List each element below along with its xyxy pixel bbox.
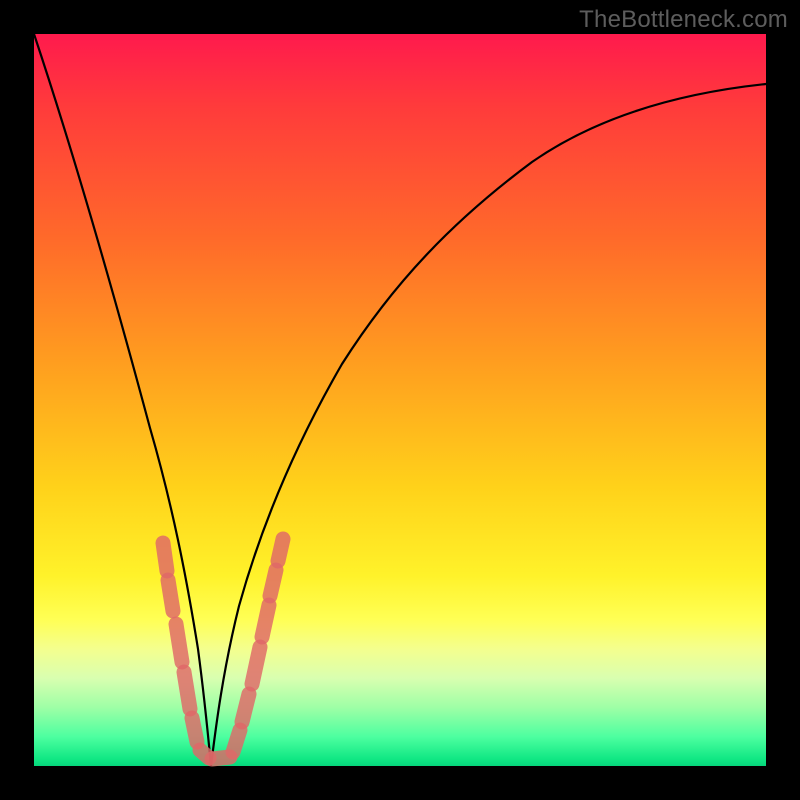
bottleneck-curve [34, 34, 766, 766]
valley-dash [176, 624, 182, 662]
valley-dash [212, 757, 230, 759]
curve-path [34, 34, 766, 766]
valley-dash [184, 672, 190, 709]
valley-dash [242, 694, 249, 722]
chart-frame: TheBottleneck.com [0, 0, 800, 800]
valley-dash [168, 580, 173, 611]
valley-dash [278, 539, 283, 561]
valley-dash [192, 718, 197, 742]
valley-dash [262, 605, 269, 637]
plot-area [34, 34, 766, 766]
valley-dash [163, 543, 167, 571]
valley-dash [252, 647, 260, 684]
valley-dash [270, 570, 276, 596]
watermark-text: TheBottleneck.com [579, 6, 788, 34]
valley-dash [233, 730, 240, 752]
